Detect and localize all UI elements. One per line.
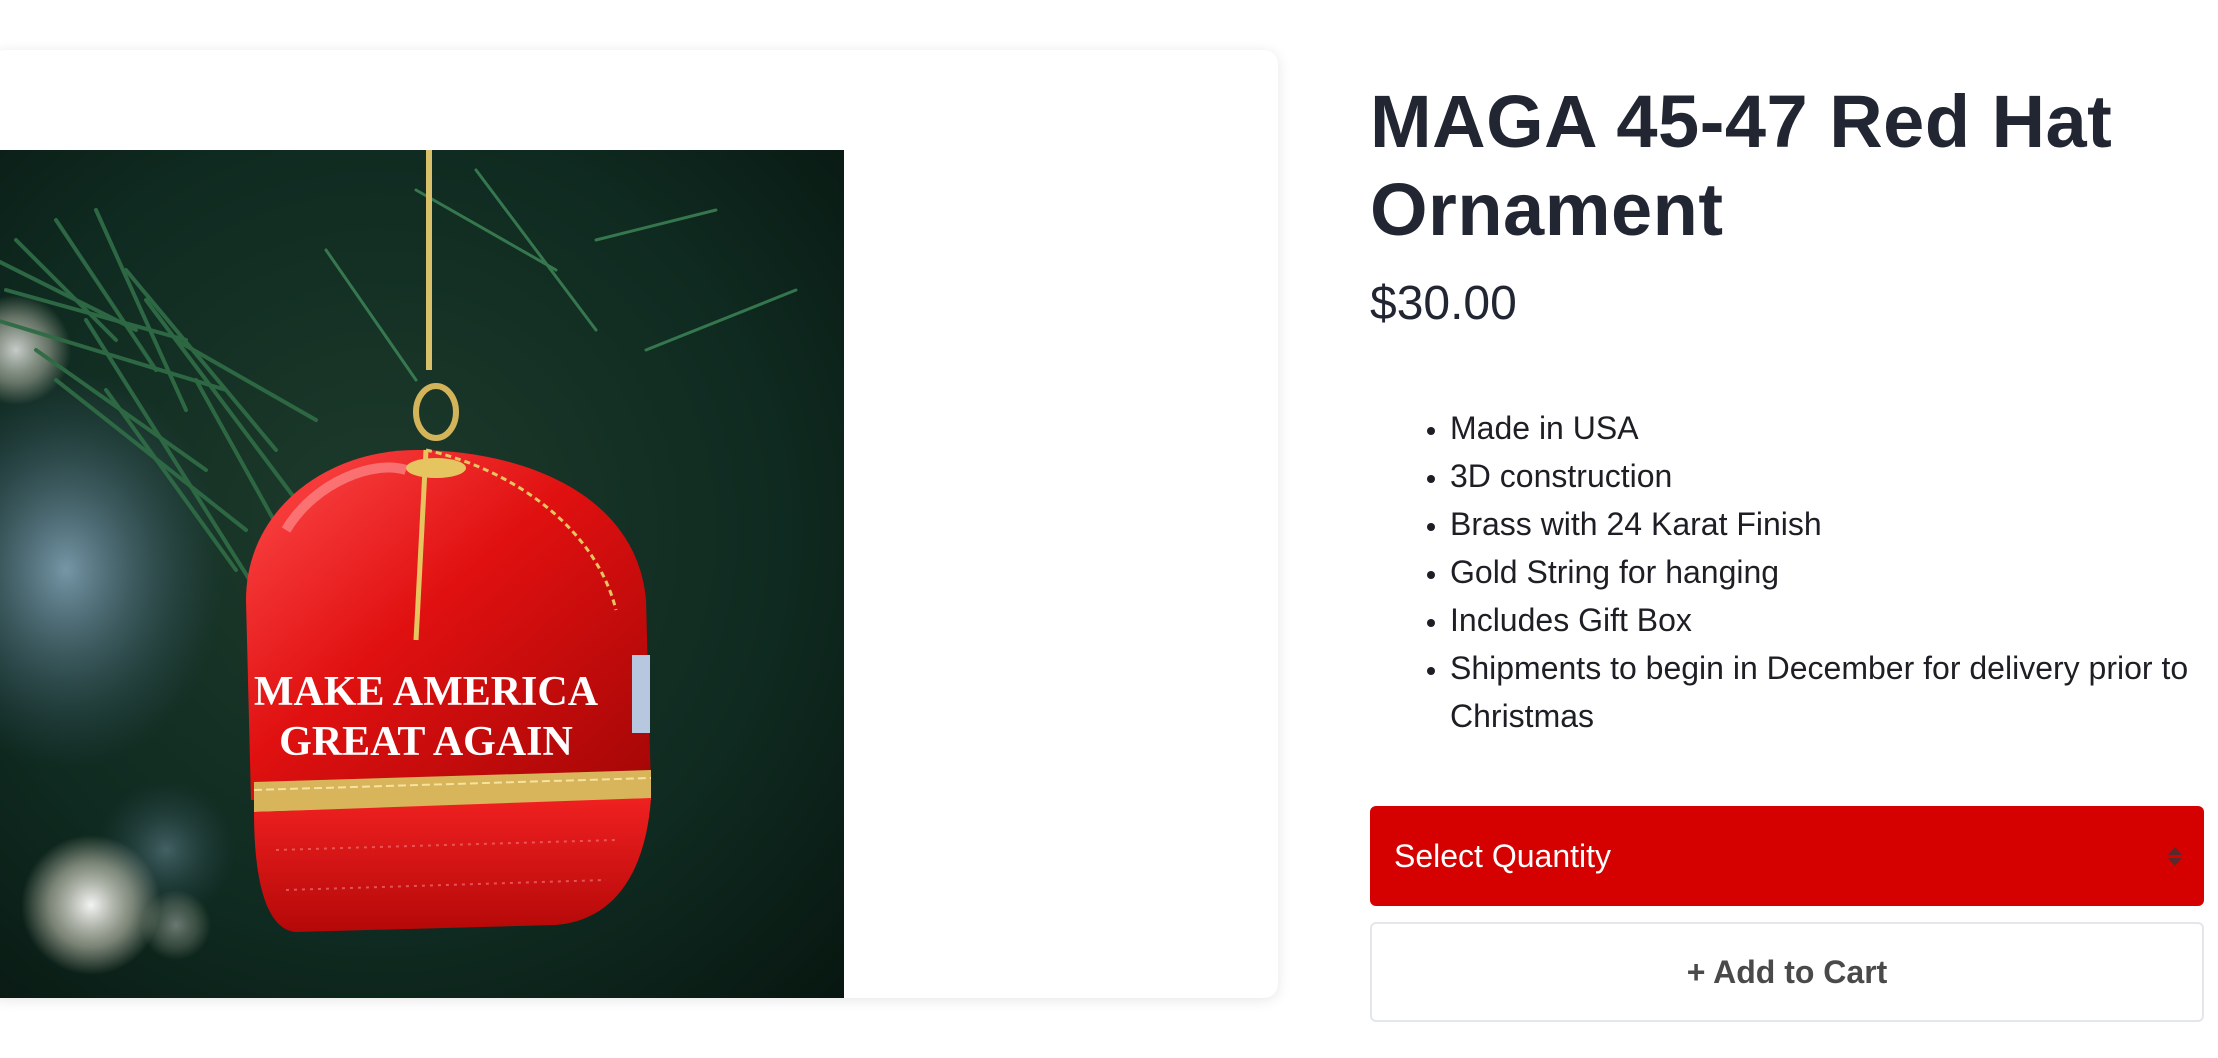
feature-item: Shipments to begin in December for deliv… <box>1450 644 2202 740</box>
feature-item: Brass with 24 Karat Finish <box>1450 500 2202 548</box>
feature-item: Made in USA <box>1450 404 2202 452</box>
add-to-cart-button[interactable]: + Add to Cart <box>1370 922 2204 1022</box>
product-price: $30.00 <box>1370 277 1517 330</box>
feature-list: Made in USA 3D construction Brass with 2… <box>1370 404 2202 740</box>
updown-arrows-icon <box>2168 846 2182 866</box>
quantity-select[interactable]: Select Quantity <box>1370 806 2204 906</box>
hat-ornament-illustration: MAKE AMERICA GREAT AGAIN <box>0 150 844 998</box>
feature-item: 3D construction <box>1450 452 2202 500</box>
hat-text-line1: MAKE AMERICA <box>254 669 599 715</box>
quantity-select-label: Select Quantity <box>1394 837 1611 874</box>
product-image-card: MAKE AMERICA GREAT AGAIN <box>0 50 1278 998</box>
product-title: MAGA 45-47 Red Hat Ornament <box>1370 80 2113 251</box>
product-details: MAGA 45-47 Red Hat Ornament $30.00 Made … <box>1370 78 2204 1022</box>
feature-item: Gold String for hanging <box>1450 548 2202 596</box>
product-page: MAKE AMERICA GREAT AGAIN MAGA 45-47 Red … <box>0 0 2218 1058</box>
product-image[interactable]: MAKE AMERICA GREAT AGAIN <box>0 150 844 998</box>
feature-item: Includes Gift Box <box>1450 596 2202 644</box>
hat-text-line2: GREAT AGAIN <box>279 719 573 765</box>
